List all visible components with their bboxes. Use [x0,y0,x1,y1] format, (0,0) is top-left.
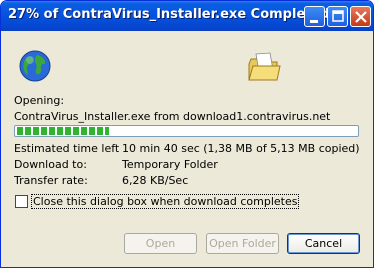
globe-icon [19,50,51,82]
close-when-complete-label[interactable]: Close this dialog box when download comp… [31,194,300,209]
transfer-rate-label: Transfer rate: [14,174,88,187]
file-description: ContraVirus_Installer.exe from download1… [14,110,331,123]
close-button[interactable] [350,6,371,27]
time-left-value: 10 min 40 sec (1,38 MB of 5,13 MB copied… [122,142,360,155]
time-left-label: Estimated time left [14,142,120,155]
download-dialog: 27% of ContraVirus_Installer.exe Complet… [0,0,374,268]
download-to-label: Download to: [14,158,87,171]
download-progress-bar [14,125,359,137]
maximize-icon [332,10,344,22]
opening-label: Opening: [14,94,65,107]
open-button[interactable]: Open [124,233,197,254]
cancel-button[interactable]: Cancel [287,233,360,254]
folder-icon [248,52,281,81]
minimize-icon [310,20,318,23]
title-bar[interactable]: 27% of ContraVirus_Installer.exe Complet… [1,1,373,31]
open-folder-button[interactable]: Open Folder [206,233,279,254]
download-to-value: Temporary Folder [122,158,218,171]
close-icon [355,11,367,23]
minimize-button[interactable] [304,6,325,27]
window-title: 27% of ContraVirus_Installer.exe Complet… [8,7,330,22]
close-when-complete-checkbox[interactable] [15,195,28,208]
progress-fill [17,127,109,135]
transfer-rate-value: 6,28 KB/Sec [122,174,189,187]
maximize-button[interactable] [327,6,348,27]
